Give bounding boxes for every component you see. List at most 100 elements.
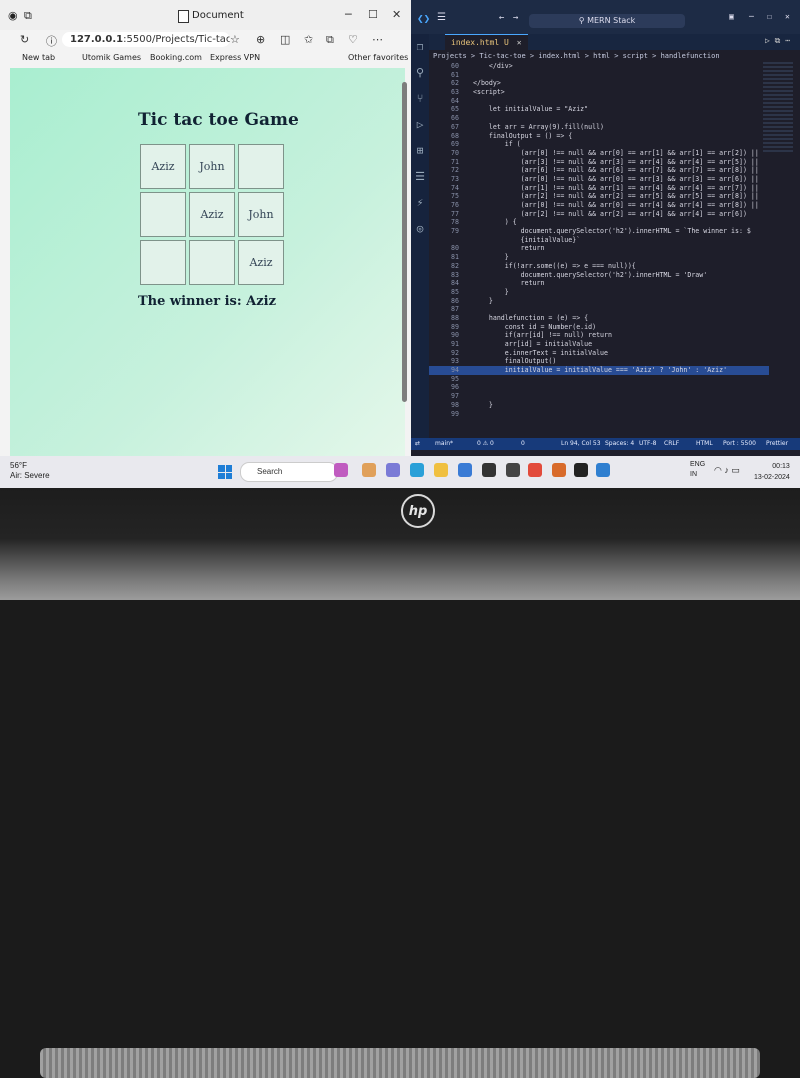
collections-icon[interactable]: ⧉ — [326, 33, 334, 47]
vscode-taskbar-icon[interactable] — [596, 463, 610, 477]
close-tab-icon[interactable]: ✕ — [517, 38, 522, 47]
minimize-icon[interactable]: ─ — [345, 8, 352, 21]
code-line[interactable]: 86 } — [429, 297, 769, 306]
other-favorites[interactable]: Other favorites — [348, 53, 408, 62]
bookmark-express-vpn[interactable]: Express VPN — [210, 53, 260, 62]
code-line[interactable]: 60 </div> — [429, 62, 769, 71]
code-line[interactable]: 92 e.innerText = initialValue — [429, 349, 769, 358]
run-debug-icon[interactable]: ▷ — [411, 112, 429, 138]
maximize-icon[interactable]: ☐ — [767, 12, 772, 21]
menu-icon[interactable]: ☰ — [437, 12, 446, 23]
code-line[interactable]: 87 — [429, 305, 769, 314]
minimap[interactable] — [763, 62, 793, 152]
code-line[interactable]: 79 document.querySelector('h2').innerHTM… — [429, 227, 769, 236]
clock[interactable]: 00:13 13-02-2024 — [754, 461, 790, 483]
code-line[interactable]: 96 — [429, 383, 769, 392]
code-line[interactable]: 68 finalOutput = () => { — [429, 132, 769, 141]
tab-index-html[interactable]: index.html U ✕ — [445, 34, 528, 51]
git-branch[interactable]: main* — [435, 438, 453, 450]
close-icon[interactable]: ✕ — [392, 8, 401, 21]
profile-icon[interactable]: ◉ — [8, 9, 18, 22]
code-line[interactable]: 95 — [429, 375, 769, 384]
code-line[interactable]: 78 ) { — [429, 218, 769, 227]
edge-icon[interactable] — [410, 463, 424, 477]
code-line[interactable]: 99 — [429, 410, 769, 419]
database-icon[interactable]: ☰ — [411, 164, 429, 190]
board-cell[interactable] — [238, 144, 284, 189]
code-line[interactable]: 93 finalOutput() — [429, 357, 769, 366]
layout-icon[interactable]: ▣ — [729, 12, 734, 21]
star-icon[interactable]: ☆ — [230, 33, 240, 46]
nav-forward-icon[interactable]: → — [513, 13, 518, 23]
minimize-icon[interactable]: ─ — [749, 12, 754, 21]
office-icon[interactable] — [552, 463, 566, 477]
code-line[interactable]: 63 <script> — [429, 88, 769, 97]
code-line[interactable]: 84 return — [429, 279, 769, 288]
code-line[interactable]: 70 (arr[0] !== null && arr[0] == arr[1] … — [429, 149, 769, 158]
code-line[interactable]: 74 (arr[1] !== null && arr[1] == arr[4] … — [429, 184, 769, 193]
board-cell[interactable]: John — [238, 192, 284, 237]
language-mode[interactable]: HTML — [696, 438, 713, 450]
remote-indicator-icon[interactable]: ⇄ — [415, 438, 420, 450]
board-cell[interactable] — [140, 240, 186, 285]
close-icon[interactable]: ✕ — [785, 12, 790, 21]
code-line[interactable]: 67 let arr = Array(9).fill(null) — [429, 123, 769, 132]
board-cell[interactable] — [189, 240, 235, 285]
extensions-icon[interactable]: ⊕ — [256, 33, 265, 46]
code-line[interactable]: {initialValue}` — [429, 236, 769, 245]
code-line[interactable]: 89 const id = Number(e.id) — [429, 323, 769, 332]
prettier-status[interactable]: Prettier — [766, 438, 788, 450]
weather-widget[interactable]: 56°F Air: Severe — [10, 461, 50, 481]
code-line[interactable]: 94 initialValue = initialValue === 'Aziz… — [429, 366, 769, 375]
taskbar-search[interactable]: Search — [240, 462, 338, 482]
language-indicator[interactable]: ENG IN — [690, 460, 705, 480]
ports-count[interactable]: 0 — [521, 438, 525, 450]
line-endings[interactable]: CRLF — [664, 438, 679, 450]
copilot-icon[interactable] — [334, 463, 348, 477]
code-line[interactable]: 75 (arr[2] !== null && arr[2] == arr[5] … — [429, 192, 769, 201]
bookmark-booking[interactable]: Booking.com — [150, 53, 202, 62]
tab-title[interactable]: Document — [192, 10, 244, 21]
bookmark-new-tab[interactable]: New tab — [22, 53, 55, 62]
favorites-icon[interactable]: ✩ — [304, 33, 313, 46]
breadcrumb[interactable]: Projects > Tic-tac-toe > index.html > ht… — [433, 52, 720, 60]
board-cell[interactable] — [140, 192, 186, 237]
workspaces-icon[interactable]: ⧉ — [24, 9, 32, 23]
board-cell[interactable]: John — [189, 144, 235, 189]
search-icon[interactable]: ⚲ — [411, 60, 429, 86]
code-line[interactable]: 72 (arr[6] !== null && arr[6] == arr[7] … — [429, 166, 769, 175]
board-cell[interactable]: Aziz — [140, 144, 186, 189]
code-line[interactable]: 90 if(arr[id] !== null) return — [429, 331, 769, 340]
remote-icon[interactable]: ◎ — [411, 216, 429, 242]
bookmark-utomik[interactable]: Utomik Games — [82, 53, 141, 62]
code-line[interactable]: 97 — [429, 392, 769, 401]
board-cell[interactable]: Aziz — [189, 192, 235, 237]
code-line[interactable]: 66 — [429, 114, 769, 123]
nav-back-icon[interactable]: ← — [499, 13, 504, 23]
browser-essentials-icon[interactable]: ♡ — [348, 33, 358, 46]
live-share-icon[interactable]: ⚡ — [411, 190, 429, 216]
code-line[interactable]: 64 — [429, 97, 769, 106]
cursor-position[interactable]: Ln 94, Col 53 — [561, 438, 601, 450]
chrome-icon[interactable] — [528, 463, 542, 477]
maximize-icon[interactable]: ☐ — [368, 8, 378, 21]
indentation[interactable]: Spaces: 4 — [605, 438, 634, 450]
code-line[interactable]: 62 </body> — [429, 79, 769, 88]
encoding[interactable]: UTF-8 — [639, 438, 657, 450]
dropbox-icon[interactable] — [506, 463, 520, 477]
code-line[interactable]: 76 (arr[0] !== null && arr[0] == arr[4] … — [429, 201, 769, 210]
store-icon[interactable] — [458, 463, 472, 477]
code-line[interactable]: 83 document.querySelector('h2').innerHTM… — [429, 271, 769, 280]
live-server-port[interactable]: Port : 5500 — [723, 438, 756, 450]
page-scrollbar[interactable] — [402, 82, 407, 402]
code-line[interactable]: 88 handlefunction = (e) => { — [429, 314, 769, 323]
code-line[interactable]: 61 — [429, 71, 769, 80]
code-line[interactable]: 71 (arr[3] !== null && arr[3] == arr[4] … — [429, 158, 769, 167]
terminal-icon[interactable] — [574, 463, 588, 477]
extensions-icon[interactable]: ⊞ — [411, 138, 429, 164]
editor-actions-icon[interactable]: ▷ ⧉ ⋯ — [765, 36, 790, 46]
refresh-icon[interactable]: ↻ — [20, 33, 29, 46]
source-control-icon[interactable]: ⑂ — [411, 86, 429, 112]
code-line[interactable]: 69 if ( — [429, 140, 769, 149]
meet-icon[interactable] — [386, 463, 400, 477]
